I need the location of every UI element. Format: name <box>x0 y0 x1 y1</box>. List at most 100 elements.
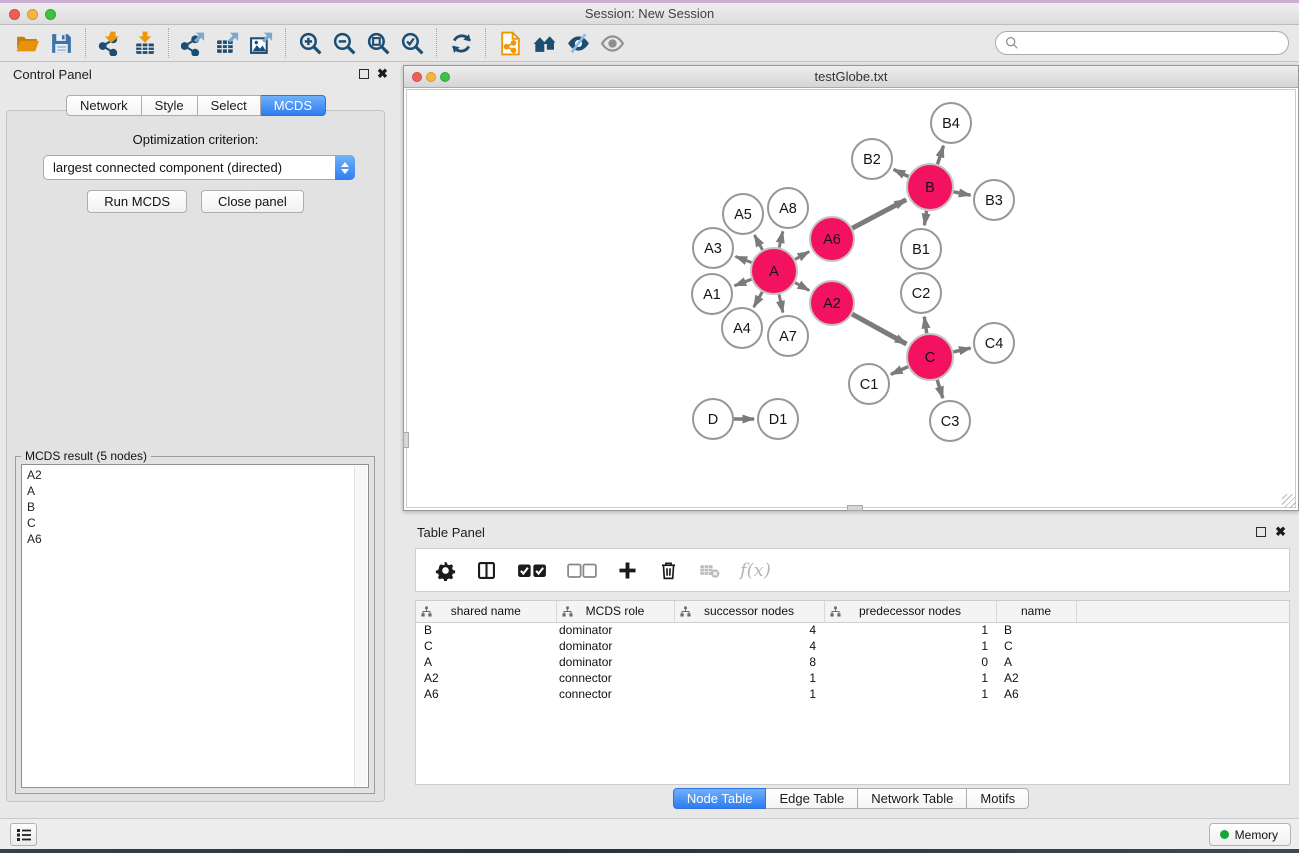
graph-edge-A2-C[interactable] <box>852 314 906 344</box>
graph-node-A3[interactable]: A3 <box>693 228 733 268</box>
column-header-successor-nodes[interactable]: successor nodes <box>674 601 824 622</box>
graph-edge-B-B4[interactable] <box>938 146 944 164</box>
cell-shared-name[interactable]: C <box>416 638 556 654</box>
close-traffic-light[interactable] <box>412 72 422 82</box>
open-session-icon[interactable] <box>10 28 44 58</box>
table-row[interactable]: A2connector11A2 <box>416 670 1289 686</box>
network-graph[interactable]: B4B2BB3A5A8A6A3B1AA1C2A2A4A7C4CC1C3DD1 <box>407 90 1297 509</box>
canvas-bottom-handle[interactable] <box>847 505 863 511</box>
cell-name[interactable]: A6 <box>996 686 1076 702</box>
cell-MCDS-role[interactable]: dominator <box>556 638 674 654</box>
add-column-icon[interactable] <box>617 557 638 583</box>
save-session-icon[interactable] <box>44 28 78 58</box>
memory-button[interactable]: Memory <box>1209 823 1291 846</box>
graph-node-C4[interactable]: C4 <box>974 323 1014 363</box>
cell-name[interactable]: C <box>996 638 1076 654</box>
zoom-selected-icon[interactable] <box>395 28 429 58</box>
column-header-shared-name[interactable]: shared name <box>416 601 556 622</box>
cell-successor-nodes[interactable]: 8 <box>674 654 824 670</box>
export-network-icon[interactable] <box>176 28 210 58</box>
cell-name[interactable]: A <box>996 654 1076 670</box>
select-all-icon[interactable] <box>517 557 547 583</box>
cell-MCDS-role[interactable]: dominator <box>556 622 674 638</box>
cell-predecessor-nodes[interactable]: 0 <box>824 654 996 670</box>
minimize-traffic-light[interactable] <box>426 72 436 82</box>
mcds-result-item[interactable]: C <box>27 515 368 531</box>
close-panel-icon[interactable]: ✖ <box>1275 526 1286 538</box>
search-field[interactable] <box>995 31 1289 55</box>
import-network-icon[interactable] <box>93 28 127 58</box>
graph-edge-C-C4[interactable] <box>953 348 970 352</box>
cell-name[interactable]: B <box>996 622 1076 638</box>
graph-edge-A-A2[interactable] <box>795 283 809 291</box>
graph-edge-A-A8[interactable] <box>779 231 783 247</box>
float-panel-icon[interactable] <box>1256 527 1266 537</box>
graph-edge-B-B3[interactable] <box>954 192 971 195</box>
tab-motifs[interactable]: Motifs <box>967 788 1029 809</box>
column-header-predecessor-nodes[interactable]: predecessor nodes <box>824 601 996 622</box>
graph-node-B1[interactable]: B1 <box>901 229 941 269</box>
graph-edge-A-A7[interactable] <box>779 295 783 313</box>
column-header-name[interactable]: name <box>996 601 1076 622</box>
graph-node-A[interactable]: A <box>751 248 797 294</box>
tab-mcds[interactable]: MCDS <box>261 95 326 116</box>
cell-successor-nodes[interactable]: 4 <box>674 622 824 638</box>
tab-network[interactable]: Network <box>66 95 142 116</box>
graph-node-A7[interactable]: A7 <box>768 316 808 356</box>
graph-edge-A-A5[interactable] <box>755 235 763 250</box>
graph-node-B3[interactable]: B3 <box>974 180 1014 220</box>
mcds-result-item[interactable]: A6 <box>27 531 368 547</box>
tab-network-table[interactable]: Network Table <box>858 788 967 809</box>
graph-edge-B-B2[interactable] <box>894 169 909 176</box>
close-panel-button[interactable]: Close panel <box>201 190 304 213</box>
cell-predecessor-nodes[interactable]: 1 <box>824 638 996 654</box>
network-canvas[interactable]: B4B2BB3A5A8A6A3B1AA1C2A2A4A7C4CC1C3DD1 <box>406 89 1296 508</box>
tab-node-table[interactable]: Node Table <box>673 788 767 809</box>
minimize-traffic-light[interactable] <box>27 9 38 20</box>
graph-node-B[interactable]: B <box>907 164 953 210</box>
cell-shared-name[interactable]: A2 <box>416 670 556 686</box>
cell-shared-name[interactable]: A6 <box>416 686 556 702</box>
float-panel-icon[interactable] <box>359 69 369 79</box>
graph-node-A2[interactable]: A2 <box>810 281 854 325</box>
cell-MCDS-role[interactable]: connector <box>556 670 674 686</box>
graph-edge-A-A3[interactable] <box>736 257 752 263</box>
cell-successor-nodes[interactable]: 1 <box>674 686 824 702</box>
graph-node-C2[interactable]: C2 <box>901 273 941 313</box>
cell-shared-name[interactable]: A <box>416 654 556 670</box>
graph-node-A1[interactable]: A1 <box>692 274 732 314</box>
graph-edge-A-A1[interactable] <box>735 279 752 285</box>
tab-select[interactable]: Select <box>198 95 261 116</box>
cell-MCDS-role[interactable]: dominator <box>556 654 674 670</box>
cell-successor-nodes[interactable]: 1 <box>674 670 824 686</box>
mcds-result-list[interactable]: A2ABCA6 <box>21 464 369 788</box>
close-traffic-light[interactable] <box>9 9 20 20</box>
cell-predecessor-nodes[interactable]: 1 <box>824 622 996 638</box>
graph-node-A5[interactable]: A5 <box>723 194 763 234</box>
home-icon[interactable] <box>527 28 561 58</box>
table-row[interactable]: Cdominator41C <box>416 638 1289 654</box>
close-panel-icon[interactable]: ✖ <box>377 68 388 80</box>
network-window-titlebar[interactable]: testGlobe.txt <box>404 66 1298 88</box>
graph-node-C[interactable]: C <box>907 334 953 380</box>
tab-style[interactable]: Style <box>142 95 198 116</box>
table-row[interactable]: Adominator80A <box>416 654 1289 670</box>
export-image-icon[interactable] <box>244 28 278 58</box>
graph-edge-A-A6[interactable] <box>795 252 809 260</box>
task-history-button[interactable] <box>10 823 37 846</box>
hide-graphics-details-icon[interactable] <box>561 28 595 58</box>
show-graphics-details-icon[interactable] <box>595 28 629 58</box>
graph-node-C1[interactable]: C1 <box>849 364 889 404</box>
criterion-select[interactable]: largest connected component (directed) <box>43 155 355 180</box>
graph-edge-C-C3[interactable] <box>937 380 943 398</box>
graph-node-A4[interactable]: A4 <box>722 308 762 348</box>
refresh-icon[interactable] <box>444 28 478 58</box>
graph-node-B2[interactable]: B2 <box>852 139 892 179</box>
column-header-MCDS-role[interactable]: MCDS role <box>556 601 674 622</box>
graph-node-B4[interactable]: B4 <box>931 103 971 143</box>
cell-predecessor-nodes[interactable]: 1 <box>824 686 996 702</box>
zoom-out-icon[interactable] <box>327 28 361 58</box>
cell-name[interactable]: A2 <box>996 670 1076 686</box>
canvas-left-handle[interactable] <box>403 432 409 448</box>
graph-edge-A-A4[interactable] <box>754 292 763 307</box>
